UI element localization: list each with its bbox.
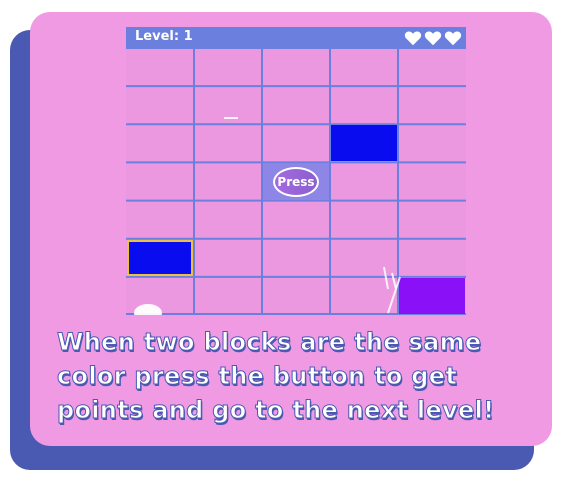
selected-color-block[interactable]	[127, 239, 193, 276]
color-block[interactable]	[331, 125, 397, 162]
game-board: Level: 1 Press	[126, 27, 466, 315]
instructions-text: When two blocks are the same color press…	[57, 328, 495, 425]
lives-counter	[404, 27, 462, 48]
color-block[interactable]	[399, 277, 465, 314]
game-status-bar: Level: 1	[126, 27, 466, 48]
heart-icon	[444, 30, 462, 45]
heart-icon	[404, 30, 422, 45]
press-button[interactable]: Press	[273, 166, 319, 197]
level-indicator: Level: 1	[135, 29, 193, 44]
heart-icon	[424, 30, 442, 45]
